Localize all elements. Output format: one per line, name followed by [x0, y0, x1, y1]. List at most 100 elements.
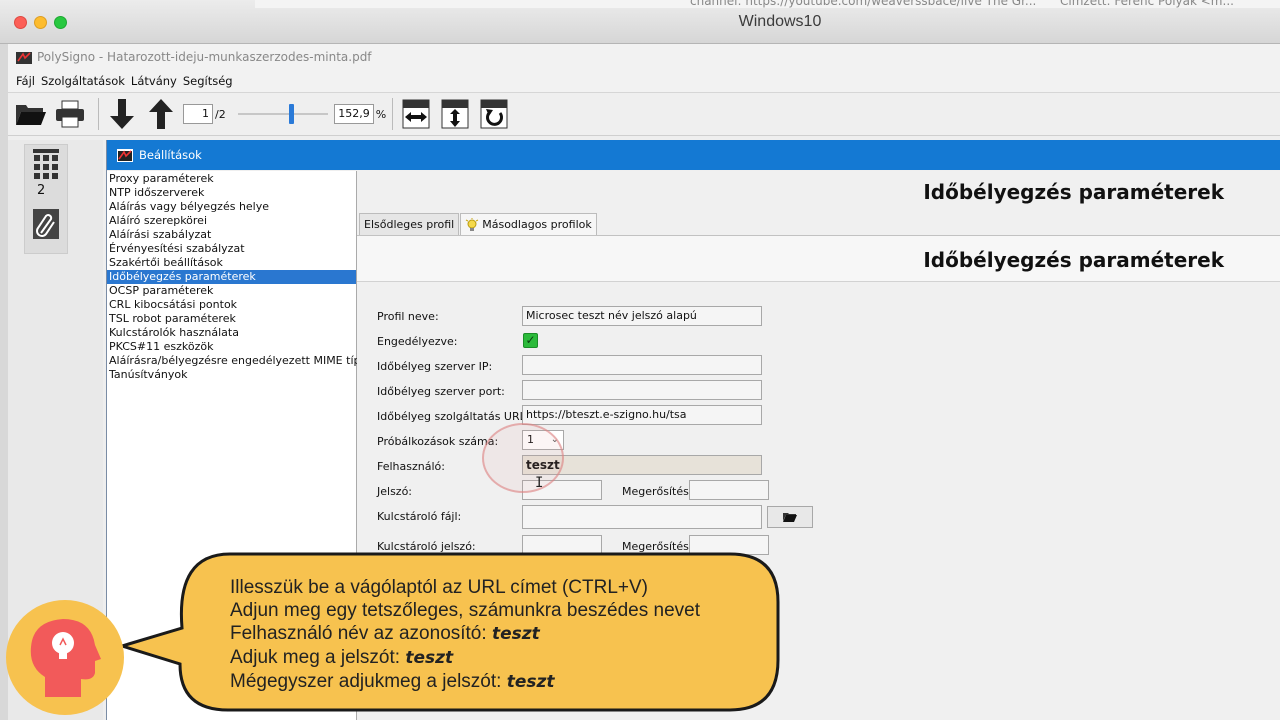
tooltip-line-2: Adjun meg egy tetszőleges, számunkra bes…: [230, 600, 700, 621]
zoom-input[interactable]: 152,9: [333, 104, 374, 124]
rotate-icon: [480, 99, 508, 129]
list-item-certificates[interactable]: Tanúsítványok: [107, 368, 356, 382]
thinking-head-icon: [6, 600, 124, 715]
tooltip-line-5-text: Mégegyszer adjukmeg a jelszót:: [230, 671, 507, 692]
head-lightbulb-icon: [30, 618, 101, 697]
thumbnails-grid-icon[interactable]: [33, 149, 59, 179]
server-ip-label: Időbélyeg szerver IP:: [377, 360, 493, 373]
list-item-mime-types[interactable]: Aláírásra/bélyegzésre engedélyezett MIME…: [107, 354, 386, 368]
background-tab-text: channel: https://youtube.com/weaverssbac…: [690, 0, 1037, 8]
list-item-proxy[interactable]: Proxy paraméterek: [107, 172, 356, 186]
menubar: Fájl Szolgáltatások Látvány Segítség: [8, 69, 1280, 92]
section-title: Időbélyegzés paraméterek: [923, 180, 1224, 204]
browse-file-button[interactable]: [767, 506, 813, 528]
password-label: Jelszó:: [377, 485, 413, 498]
password-confirm-label: Megerősítés:: [622, 485, 693, 498]
tab-secondary-label: Másodlagos profilok: [482, 218, 592, 231]
arrow-down-icon: [110, 99, 134, 129]
tooltip-line-3-text: Felhasználó név az azonosító:: [230, 623, 492, 644]
fit-width-icon: [402, 99, 430, 129]
dialog-titlebar: Beállítások: [107, 140, 1280, 170]
rotate-button[interactable]: [477, 97, 511, 131]
keystore-file-label: Kulcstároló fájl:: [377, 510, 462, 523]
menu-file[interactable]: Fájl: [16, 74, 35, 88]
zoom-slider[interactable]: [237, 104, 328, 124]
enabled-checkbox[interactable]: ✓: [523, 333, 538, 348]
service-url-label: Időbélyeg szolgáltatás URL:: [377, 410, 530, 423]
password-confirm-input[interactable]: [689, 480, 769, 500]
thumbnail-panel: 2: [24, 144, 68, 254]
list-item-timestamp-params[interactable]: Időbélyegzés paraméterek: [107, 270, 356, 284]
toolbar: 1 /2 152,9 %: [8, 92, 1280, 136]
server-port-label: Időbélyeg szerver port:: [377, 385, 505, 398]
previous-page-button[interactable]: [144, 97, 178, 131]
menu-services[interactable]: Szolgáltatások: [41, 74, 125, 88]
tooltip-line-4-bold: teszt: [405, 648, 454, 668]
zoom-slider-track: [237, 113, 328, 115]
click-highlight-circle: [482, 423, 564, 493]
zoom-slider-thumb[interactable]: [288, 104, 294, 124]
dialog-title: Beállítások: [139, 148, 202, 162]
inner-title-bar: Időbélyegzés paraméterek: [357, 236, 1280, 282]
list-item-signature-policy[interactable]: Aláírási szabályzat: [107, 228, 356, 242]
tab-secondary-profiles[interactable]: Másodlagos profilok: [460, 213, 597, 235]
fit-page-button[interactable]: [438, 97, 472, 131]
list-item-pkcs11[interactable]: PKCS#11 eszközök: [107, 340, 356, 354]
toolbar-separator: [98, 98, 99, 130]
list-item-ocsp[interactable]: OCSP paraméterek: [107, 284, 356, 298]
menu-view[interactable]: Látvány: [131, 74, 177, 88]
tab-primary-profile[interactable]: Elsődleges profil: [359, 213, 460, 235]
folder-icon: [783, 513, 797, 522]
tooltip-line-4: Adjuk meg a jelszót: teszt: [230, 646, 700, 670]
service-url-input[interactable]: https://bteszt.e-szigno.hu/tsa: [522, 405, 762, 425]
user-label: Felhasználó:: [377, 460, 445, 473]
keystore-file-input[interactable]: [522, 505, 762, 529]
background-right-text: Címzett: Ferenc Polyák <m...: [1060, 0, 1234, 8]
tooltip-line-5-bold: teszt: [506, 672, 555, 692]
list-item-ntp[interactable]: NTP időszerverek: [107, 186, 356, 200]
polysigno-logo-icon: [117, 149, 133, 162]
open-folder-button[interactable]: [14, 97, 48, 131]
fit-page-icon: [441, 99, 469, 129]
list-item-crl[interactable]: CRL kibocsátási pontok: [107, 298, 356, 312]
arrow-up-icon: [149, 99, 173, 129]
window-title: Windows10: [738, 13, 822, 30]
fit-width-button[interactable]: [399, 97, 433, 131]
enabled-label: Engedélyezve:: [377, 335, 458, 348]
list-item-keystores[interactable]: Kulcstárolók használata: [107, 326, 356, 340]
menu-help[interactable]: Segítség: [183, 74, 233, 88]
print-button[interactable]: [53, 97, 87, 131]
app-titlebar: PolySigno - Hatarozott-ideju-munkaszerzo…: [8, 44, 1280, 69]
zoom-unit: %: [375, 107, 387, 121]
printer-icon: [56, 100, 84, 128]
profile-tabs: Elsődleges profil Másodlagos profilok: [359, 213, 598, 235]
background-window-strip: channel: https://youtube.com/weaverssbac…: [255, 0, 1280, 8]
lightbulb-icon: [466, 217, 479, 231]
profile-name-label: Profil neve:: [377, 310, 439, 323]
toolbar-separator: [392, 98, 394, 130]
list-item-validation-policy[interactable]: Érvényesítési szabályzat: [107, 242, 356, 256]
folder-open-icon: [16, 105, 46, 125]
list-item-signature-location[interactable]: Aláírás vagy bélyegzés helye: [107, 200, 356, 214]
server-ip-input[interactable]: [522, 355, 762, 375]
server-port-input[interactable]: [522, 380, 762, 400]
app-title: PolySigno - Hatarozott-ideju-munkaszerzo…: [37, 49, 372, 64]
tooltip-line-1: Illesszük be a vágólaptól az URL címet (…: [230, 577, 648, 598]
attachment-icon[interactable]: [33, 209, 59, 239]
mac-window-titlebar: channel: https://youtube.com/weaverssbac…: [0, 0, 1280, 44]
list-item-expert-settings[interactable]: Szakértői beállítások: [107, 256, 356, 270]
tab-primary-label: Elsődleges profil: [364, 218, 455, 231]
inner-title: Időbélyegzés paraméterek: [923, 248, 1224, 272]
profile-name-input[interactable]: Microsec teszt név jelszó alapú: [522, 306, 762, 326]
polysigno-logo-icon: [16, 51, 32, 64]
list-item-tsl-robot[interactable]: TSL robot paraméterek: [107, 312, 356, 326]
next-page-button[interactable]: [105, 97, 139, 131]
tooltip-line-5: Mégegyszer adjukmeg a jelszót: teszt: [230, 670, 700, 694]
page-number-input[interactable]: 1: [183, 104, 213, 124]
thumbnail-page-number: 2: [37, 183, 46, 198]
list-item-signer-roles[interactable]: Aláíró szerepkörei: [107, 214, 356, 228]
attempts-label: Próbálkozások száma:: [377, 435, 499, 448]
page-total: /2: [215, 107, 226, 121]
tooltip-line-3: Felhasználó név az azonosító: teszt: [230, 622, 700, 646]
text-cursor-icon: I: [535, 475, 544, 491]
